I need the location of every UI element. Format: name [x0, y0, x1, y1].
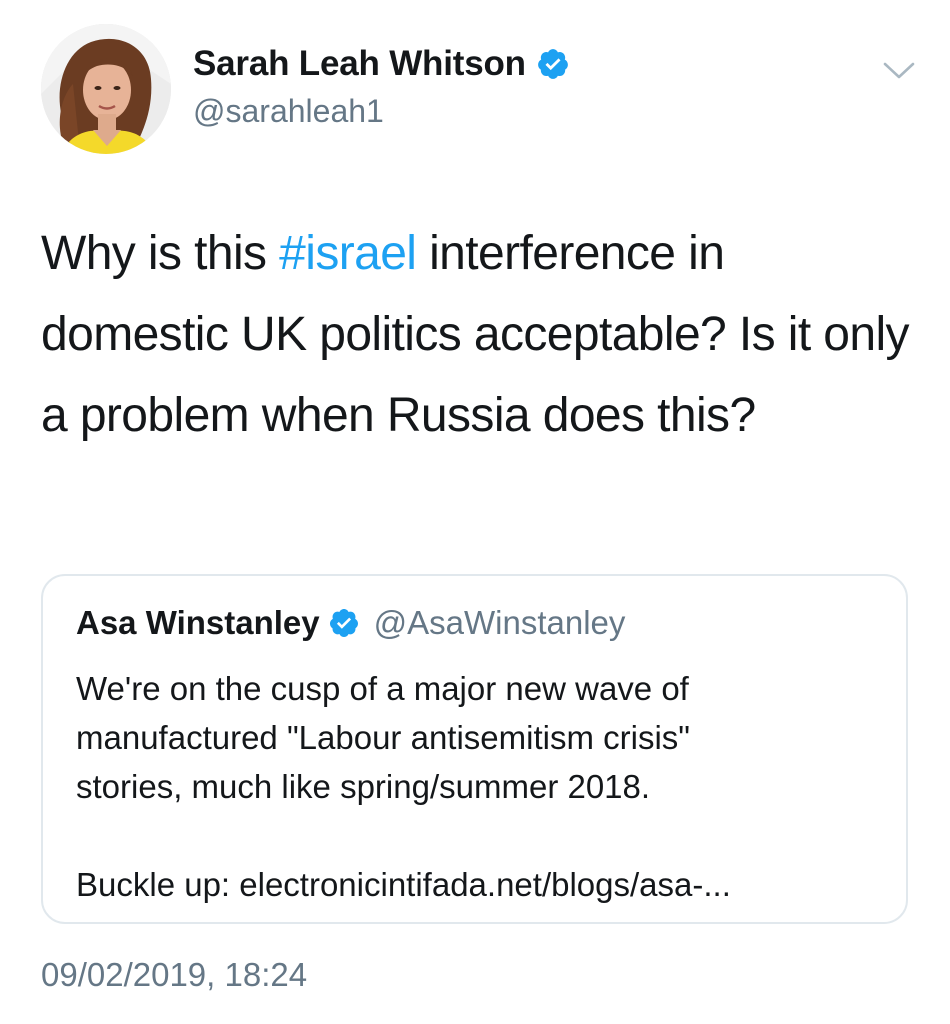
quoted-tweet[interactable]: Asa Winstanley @AsaWinstanley We're on t… [41, 574, 908, 924]
hashtag-link[interactable]: #israel [279, 227, 417, 280]
verified-badge-icon [328, 607, 360, 639]
tweet-timestamp[interactable]: 09/02/2019, 18:24 [41, 956, 307, 994]
author-display-name[interactable]: Sarah Leah Whitson [193, 44, 526, 84]
chevron-down-icon[interactable] [882, 60, 916, 82]
quoted-text-line: We're on the cusp of a major new wave of [76, 670, 689, 707]
quoted-text-line: stories, much like spring/summer 2018. [76, 768, 651, 805]
author-handle[interactable]: @sarahleah1 [193, 93, 384, 130]
quoted-tweet-text: We're on the cusp of a major new wave of… [76, 664, 886, 811]
tweet: Sarah Leah Whitson @sarahleah1 Why is th… [0, 0, 950, 1024]
profile-photo-icon [41, 24, 171, 154]
quoted-author-name: Asa Winstanley [76, 604, 320, 641]
tweet-text-before: Why is this [41, 227, 280, 280]
avatar[interactable] [41, 24, 171, 154]
verified-badge-icon [536, 47, 570, 81]
quoted-tweet-header: Asa Winstanley @AsaWinstanley [76, 604, 625, 642]
quoted-author-handle: @AsaWinstanley [373, 604, 626, 641]
tweet-text: Why is this #israel interference in dome… [41, 213, 921, 456]
author-name-row[interactable]: Sarah Leah Whitson [193, 44, 570, 84]
quoted-tweet-link-line: Buckle up: electronicintifada.net/blogs/… [76, 866, 731, 903]
quoted-text-line: manufactured "Labour antisemitism crisis… [76, 719, 690, 756]
